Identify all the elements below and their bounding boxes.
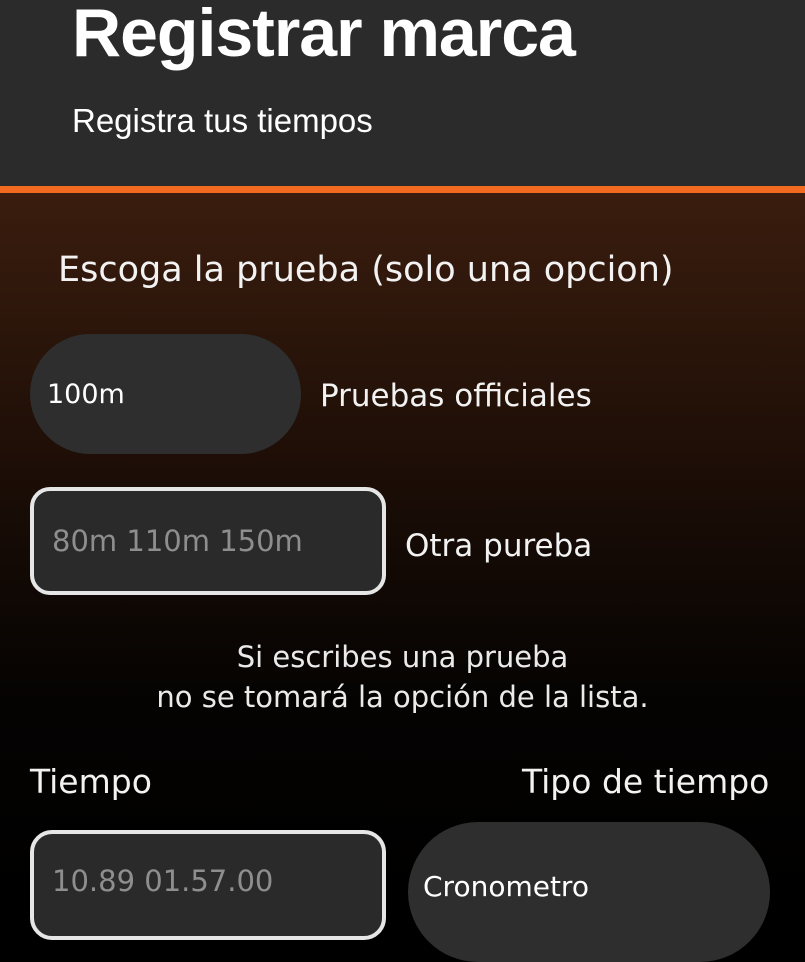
note-text-line-1: Si escribes una prueba — [236, 640, 569, 674]
official-event-select[interactable]: 100m — [30, 334, 301, 454]
other-event-caption: Otra pureba — [405, 528, 593, 564]
time-type-label: Tipo de tiempo — [522, 762, 770, 801]
time-type-selected-value: Cronometro — [423, 870, 589, 903]
time-label: Tiempo — [30, 762, 152, 801]
official-event-selected-value: 100m — [47, 379, 125, 410]
time-type-select[interactable]: Cronometro — [408, 822, 770, 962]
note-text-line-2: no se tomará la opción de la lista. — [156, 680, 649, 714]
event-prompt-label: Escoga la prueba (solo una opcion) — [58, 250, 674, 290]
official-events-caption: Pruebas officiales — [320, 378, 592, 414]
app-header: Registrar marca Registra tus tiempos — [0, 0, 805, 186]
page-title: Registrar marca — [72, 0, 576, 71]
header-accent-divider — [0, 186, 805, 193]
time-input[interactable] — [30, 830, 386, 940]
page-subtitle: Registra tus tiempos — [72, 102, 373, 139]
other-event-input[interactable] — [30, 487, 386, 595]
